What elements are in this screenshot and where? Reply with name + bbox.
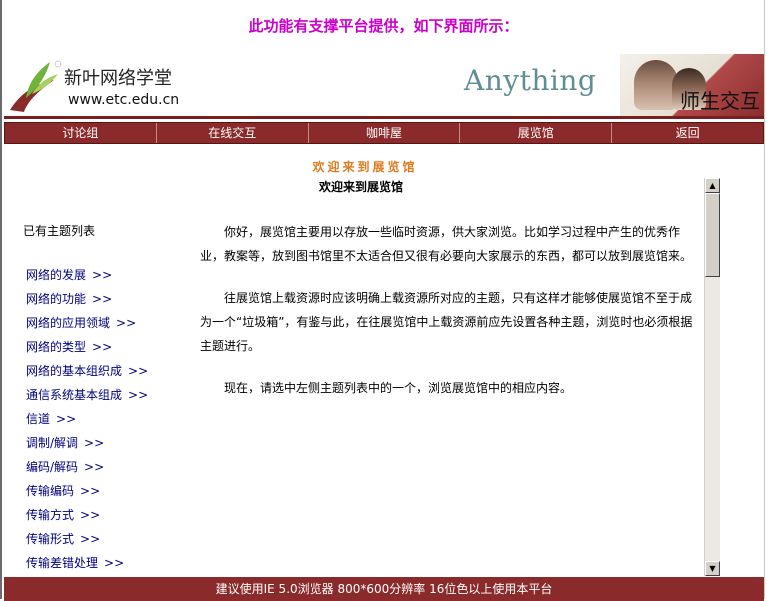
double-chevron-right-icon: >> — [80, 532, 101, 546]
topic-link[interactable]: 传输形式 >> — [26, 530, 196, 554]
double-chevron-right-icon: >> — [104, 556, 125, 570]
teacher-student-label: 师生交互 — [680, 89, 760, 113]
double-chevron-right-icon: >> — [92, 292, 113, 306]
topics-list: 网络的发展 >> 网络的功能 >> 网络的应用领域 >> 网络的类型 >> 网络的基本组… — [26, 266, 196, 578]
scroll-down-arrow-icon[interactable]: ▼ — [705, 561, 720, 576]
logo-url: www.etc.edu.cn — [68, 92, 180, 108]
topic-link[interactable]: 传输方式 >> — [26, 506, 196, 530]
content-paragraph-3: 现在，请选中左侧主题列表中的一个，浏览展览馆中的相应内容。 — [224, 381, 573, 395]
double-chevron-right-icon: >> — [128, 388, 149, 402]
topic-label: 传输编码 — [26, 484, 75, 498]
double-chevron-right-icon: >> — [84, 460, 105, 474]
topic-link[interactable]: 网络的功能 >> — [26, 290, 196, 314]
scroll-thumb[interactable] — [705, 193, 720, 277]
welcome-banner: 欢迎来到展览馆 — [312, 160, 418, 174]
topics-list-title: 已有主题列表 — [23, 224, 96, 238]
nav-discussion-group[interactable]: 讨论组 — [5, 123, 157, 143]
double-chevron-right-icon: >> — [116, 316, 137, 330]
topic-label: 网络的功能 — [26, 292, 87, 306]
vertical-scrollbar[interactable]: ▲ ▼ — [704, 178, 720, 576]
teacher-student-banner: 师生交互 — [620, 54, 764, 116]
content-paragraph-1: 你好，展览馆主要用以存放一些临时资源，供大家浏览。比如学习过程中产生的优秀作业，… — [200, 225, 693, 263]
topic-link[interactable]: 通信系统基本组成 >> — [26, 386, 196, 410]
topic-link[interactable]: 网络的应用领域 >> — [26, 314, 196, 338]
topic-label: 编码/解码 — [26, 460, 79, 474]
topic-label: 调制/解调 — [26, 436, 79, 450]
topic-link[interactable]: 网络的基本组织成 >> — [26, 362, 196, 386]
double-chevron-right-icon: >> — [92, 340, 113, 354]
exhibition-intro-text: 你好，展览馆主要用以存放一些临时资源，供大家浏览。比如学习过程中产生的优秀作业，… — [200, 220, 694, 418]
nav-return[interactable]: 返回 — [612, 123, 763, 143]
double-chevron-right-icon: >> — [84, 436, 105, 450]
topic-label: 网络的基本组织成 — [26, 364, 123, 378]
leaf-logo-icon — [10, 60, 62, 112]
scroll-up-arrow-icon[interactable]: ▲ — [705, 178, 720, 193]
double-chevron-right-icon: >> — [80, 484, 101, 498]
footer-note: 建议使用IE 5.0浏览器 800*600分辨率 16位色以上使用本平台 — [4, 577, 764, 601]
site-header: 新叶网络学堂 www.etc.edu.cn Anything 师生交互 — [4, 52, 764, 118]
topic-link[interactable]: 信道 >> — [26, 410, 196, 434]
topic-link[interactable]: 传输编码 >> — [26, 482, 196, 506]
nav-exhibition-hall[interactable]: 展览馆 — [460, 123, 613, 143]
topic-link[interactable]: 调制/解调 >> — [26, 434, 196, 458]
nav-coffee-house[interactable]: 咖啡屋 — [309, 123, 461, 143]
intro-caption: 此功能有支撑平台提供，如下界面所示： — [248, 17, 519, 35]
double-chevron-right-icon: >> — [80, 508, 101, 522]
topic-label: 网络的类型 — [26, 340, 87, 354]
anything-banner: Anything — [464, 64, 597, 97]
topic-label: 传输方式 — [26, 508, 75, 522]
topic-label: 传输差错处理 — [26, 556, 99, 570]
topic-link[interactable]: 网络的发展 >> — [26, 266, 196, 290]
topic-label: 信道 — [26, 412, 51, 426]
topic-label: 通信系统基本组成 — [26, 388, 123, 402]
main-nav: 讨论组 在线交互 咖啡屋 展览馆 返回 — [4, 122, 764, 144]
topic-link[interactable]: 编码/解码 >> — [26, 458, 196, 482]
double-chevron-right-icon: >> — [92, 268, 113, 282]
topic-link[interactable]: 传输差错处理 >> — [26, 554, 196, 578]
welcome-heading: 欢迎来到展览馆 — [318, 180, 403, 194]
double-chevron-right-icon: >> — [56, 412, 77, 426]
content-paragraph-2: 往展览馆上载资源时应该明确上载资源所对应的主题，只有这样才能够使展览馆不至于成为… — [200, 291, 693, 353]
topic-label: 网络的应用领域 — [26, 316, 111, 330]
topic-label: 网络的发展 — [26, 268, 87, 282]
nav-online-interaction[interactable]: 在线交互 — [157, 123, 309, 143]
topic-label: 传输形式 — [26, 532, 75, 546]
logo-title: 新叶网络学堂 — [64, 68, 172, 89]
double-chevron-right-icon: >> — [128, 364, 149, 378]
header-divider — [4, 116, 764, 119]
topic-link[interactable]: 网络的类型 >> — [26, 338, 196, 362]
